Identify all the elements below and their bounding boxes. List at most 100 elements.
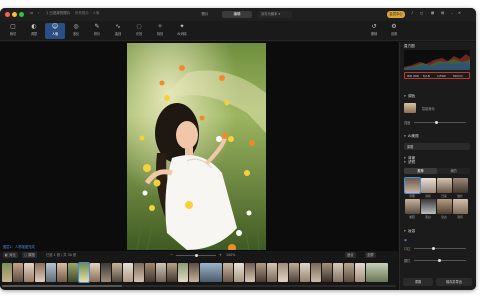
filter-preset[interactable]	[437, 199, 452, 214]
thumbnail[interactable]	[156, 263, 166, 282]
back-icon[interactable]: ‹	[38, 11, 39, 15]
thumbnail-selected[interactable]	[78, 262, 90, 283]
tab-edit[interactable]: 编辑	[222, 11, 252, 18]
lipstick-slider-knob[interactable]	[432, 247, 435, 250]
blush-slider-knob[interactable]	[438, 259, 441, 262]
curves-icon: ∿	[115, 23, 121, 30]
filter-tabs: 推荐 我的	[404, 168, 470, 174]
curves-tool-button[interactable]: ∿ 曲线	[108, 23, 128, 39]
filter-preset[interactable]	[404, 177, 421, 194]
layout-icon[interactable]: ▦	[431, 11, 434, 15]
thumbnail[interactable]	[300, 263, 310, 282]
thumbnail[interactable]	[278, 263, 288, 282]
canvas-area[interactable]: 图层1：人物抠图完成	[0, 42, 398, 251]
thumbnail[interactable]	[234, 263, 244, 282]
thumbnail[interactable]	[289, 263, 299, 282]
thumbnail[interactable]	[35, 263, 45, 282]
close-window-button[interactable]	[5, 12, 10, 17]
thumbnail[interactable]	[322, 263, 332, 282]
original-button[interactable]: □ 原图	[22, 252, 37, 258]
lipstick-slider[interactable]	[414, 248, 466, 249]
panel-toggle-icon[interactable]: ▤	[441, 11, 444, 15]
adjust-tool-button[interactable]: ◐ 调整	[24, 23, 44, 39]
zoom-out-icon[interactable]: −	[170, 252, 173, 258]
thumbnail[interactable]	[311, 263, 321, 282]
zoom-slider-knob[interactable]	[195, 253, 198, 257]
maximize-window-button[interactable]	[19, 12, 24, 17]
thumbnail[interactable]	[167, 263, 177, 282]
save-export-button[interactable]: 保存并导出	[436, 278, 472, 286]
zoom-in-icon[interactable]: +	[219, 252, 222, 258]
makeup-tab-icon[interactable]: ◉	[404, 238, 407, 242]
thumbnail[interactable]	[90, 263, 100, 282]
liquify-tool-button[interactable]: ◎ 液化	[66, 23, 86, 39]
thumbnail[interactable]	[68, 263, 78, 282]
thumbnail[interactable]	[178, 263, 188, 282]
thumbnail[interactable]	[46, 263, 56, 282]
filter-preset-label: 复古	[441, 215, 447, 219]
thumbnail[interactable]	[344, 263, 354, 282]
filter-preset[interactable]	[437, 178, 452, 193]
reset-button[interactable]: 重置	[403, 278, 433, 286]
filter-tab-recommended[interactable]: 推荐	[404, 168, 437, 174]
thumbnail[interactable]	[267, 263, 277, 282]
settings-button[interactable]: ⚙ 设置	[384, 23, 404, 39]
light-tool-button[interactable]: ◌ 光效	[129, 23, 149, 39]
section-makeup[interactable]: ▾ 妆容	[404, 229, 472, 235]
fullscreen-button[interactable]: 全屏	[365, 252, 376, 258]
thumbnail[interactable]	[101, 263, 111, 282]
filter-preset[interactable]	[453, 199, 468, 214]
thumbnail[interactable]	[333, 263, 343, 282]
effects-tool-button[interactable]: ✧ 特效	[150, 23, 170, 39]
close-icon[interactable]: ✕	[458, 11, 461, 15]
crop-tool-button[interactable]: ▢ 裁切	[3, 23, 23, 39]
filter-preset[interactable]	[405, 199, 420, 214]
main-photo[interactable]	[127, 43, 266, 250]
section-ai-beauty[interactable]: ▾ AI美颜	[404, 134, 472, 140]
sidebar-toggle-icon[interactable]: ▭	[30, 11, 33, 15]
filter-preset[interactable]	[453, 178, 468, 193]
section-filter[interactable]: ▾ 滤镜	[404, 160, 472, 166]
filter-preset[interactable]	[421, 178, 436, 193]
undo-button[interactable]: ↺ 撤销	[364, 23, 384, 39]
retouch-tool-button[interactable]: ✎ 修补	[87, 23, 107, 39]
thumbnail[interactable]	[145, 263, 155, 282]
strength-slider[interactable]	[414, 122, 466, 123]
background-select[interactable]: 原图	[404, 143, 470, 150]
thumbnail[interactable]	[112, 263, 122, 282]
thumbnail[interactable]	[355, 263, 365, 282]
filter-tab-mine[interactable]: 我的	[437, 168, 470, 174]
thumbnail[interactable]	[123, 263, 133, 282]
thumbnail[interactable]	[57, 263, 67, 282]
minimize-window-button[interactable]	[12, 12, 17, 17]
thumbnail[interactable]	[223, 263, 233, 282]
thumbnail[interactable]	[134, 263, 144, 282]
fit-button[interactable]: 适合	[345, 252, 356, 258]
thumbnail[interactable]	[13, 263, 23, 282]
thumbnail[interactable]	[24, 263, 34, 282]
thumbnail[interactable]	[245, 263, 255, 282]
strength-slider-knob[interactable]	[435, 121, 438, 124]
portrait-tool-button[interactable]: ☺ 人像	[45, 23, 65, 39]
thumbnail[interactable]	[189, 263, 199, 282]
section-color[interactable]: ▾ 调色	[404, 94, 472, 100]
save-mode-dropdown[interactable]: 另存为副本 ▾	[258, 11, 292, 18]
minimize-icon[interactable]: –	[451, 11, 453, 15]
window-subtitle: 所有照片 · 人像	[75, 11, 100, 15]
filter-preset[interactable]	[421, 199, 436, 214]
ai-erase-tool-button[interactable]: ✦ AI消除	[171, 23, 193, 39]
tab-photos[interactable]: 照片	[190, 11, 220, 18]
edit-toolbar: ▢ 裁切 ◐ 调整 ☺ 人像 ◎ 液化 ✎ 修补 ∿ 曲线 ◌ 光效 ✧ 特效	[0, 21, 476, 41]
bell-icon[interactable]: ♪	[411, 11, 413, 15]
filmstrip-scroll-thumb[interactable]	[2, 285, 122, 287]
thumbnail[interactable]	[200, 263, 222, 282]
vip-badge[interactable]: 会员中心	[387, 11, 405, 18]
thumbnail[interactable]	[256, 263, 266, 282]
filmstrip-scrollbar[interactable]	[2, 285, 396, 287]
thumbnail[interactable]	[366, 263, 388, 282]
chat-icon[interactable]: ◻	[420, 11, 423, 15]
compare-button[interactable]: ◧ 对比	[3, 252, 18, 258]
thumbnail[interactable]	[2, 263, 12, 282]
smart-preview-thumb[interactable]	[404, 103, 416, 113]
filmstrip	[0, 260, 398, 290]
